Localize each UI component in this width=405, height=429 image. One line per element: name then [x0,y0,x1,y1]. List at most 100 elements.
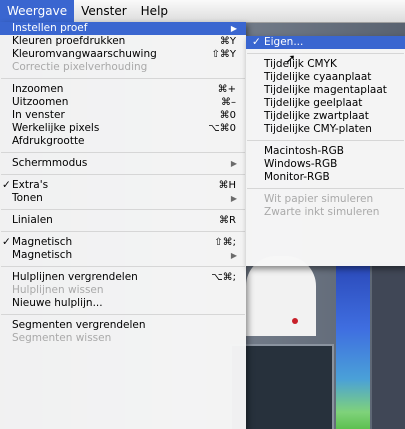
submenu-arrow-icon: ▶ [230,194,237,203]
menu-item-label: Hulplijnen vergrendelen [12,271,138,283]
submenu-item-zwarte-inkt-simuleren: Zwarte inkt simuleren [246,206,405,219]
menu-item-label: Extra's [12,179,49,191]
menu-item-magnetisch[interactable]: Magnetisch ▶ [0,249,246,262]
menu-item-label: Monitor-RGB [264,171,330,183]
submenu-item-tijdelijke-cmy-platen[interactable]: Tijdelijke CMY-platen [246,123,405,136]
submenu-item-tijdelijke-geelplaat[interactable]: Tijdelijke geelplaat [246,97,405,110]
menu-item-tonen[interactable]: Tonen ▶ [0,192,246,205]
menu-separator [246,49,405,58]
keyboard-shortcut: ⇧⌘; [214,237,236,248]
submenu-arrow-icon: ▶ [230,159,237,168]
mouse-pointer-icon: ➚ [285,52,296,67]
menu-help[interactable]: Help [134,0,175,22]
menu-item-instellen-proef[interactable]: Instellen proef ▶ [0,22,246,35]
menu-item-label: Tijdelijke geelplaat [264,97,363,109]
menu-item-magnetisch[interactable]: ✓ Magnetisch ⇧⌘; [0,236,246,249]
menu-item-label: In venster [12,109,65,121]
menu-item-extra-s[interactable]: ✓ Extra's ⌘H [0,179,246,192]
menu-item-label: Werkelijke pixels [12,122,100,134]
submenu-item-tijdelijke-cyaanplaat[interactable]: Tijdelijke cyaanplaat [246,71,405,84]
canvas-shirt-shape [246,256,316,336]
checkmark-icon: ✓ [2,179,11,191]
menu-item-in-venster[interactable]: In venster ⌘0 [0,109,246,122]
menu-separator [0,74,246,83]
menu-weergave[interactable]: Weergave [0,0,75,22]
menu-separator [0,170,246,179]
menu-separator [0,310,246,319]
checkmark-icon: ✓ [252,36,261,48]
menu-item-nieuwe-hulplijn[interactable]: Nieuwe hulplijn... [0,297,246,310]
canvas-red-dot [292,318,298,324]
menu-item-linialen[interactable]: Linialen ⌘R [0,214,246,227]
menu-item-label: Macintosh-RGB [264,145,344,157]
menu-item-label: Wit papier simuleren [264,193,374,205]
submenu-item-windows-rgb[interactable]: Windows-RGB [246,158,405,171]
keyboard-shortcut: ⌘– [221,97,236,108]
menu-item-label: Hulplijnen wissen [12,284,104,296]
menu-item-label: Magnetisch [12,249,73,261]
keyboard-shortcut: ⌘R [219,215,236,226]
menu-item-label: Segmenten vergrendelen [12,319,146,331]
keyboard-shortcut: ⌘0 [219,110,236,121]
menu-item-schermmodus[interactable]: Schermmodus ▶ [0,157,246,170]
menu-venster[interactable]: Venster [74,0,134,22]
menu-item-uitzoomen[interactable]: Uitzoomen ⌘– [0,96,246,109]
menu-item-label: Inzoomen [12,83,64,95]
menu-item-hulplijnen-wissen: Hulplijnen wissen [0,284,246,297]
menu-item-label: Afdrukgrootte [12,135,85,147]
menu-item-label: Windows-RGB [264,158,338,170]
menu-item-label: Tijdelijk CMYK [264,58,337,70]
menu-item-label: Segmenten wissen [12,332,112,344]
menu-item-label: Schermmodus [12,157,88,169]
menu-item-label: Correctie pixelverhouding [12,61,148,73]
menu-item-segmenten-wissen: Segmenten wissen [0,332,246,345]
keyboard-shortcut: ⌘H [218,180,236,191]
menu-separator [0,262,246,271]
menu-item-label: Instellen proef [12,22,88,34]
submenu-item-eigen[interactable]: ✓ Eigen... [246,36,405,49]
menu-item-kleuren-proefdrukken[interactable]: Kleuren proefdrukken ⌘Y [0,35,246,48]
menu-item-label: Linialen [12,214,53,226]
menubar: Weergave Venster Help [0,0,405,23]
submenu-arrow-icon: ▶ [230,24,237,33]
menu-item-label: Zwarte inkt simuleren [264,206,380,218]
keyboard-shortcut: ⌥⌘; [211,272,236,283]
menu-item-label: Uitzoomen [12,96,69,108]
menu-separator [246,136,405,145]
submenu-item-tijdelijke-magentaplaat[interactable]: Tijdelijke magentaplaat [246,84,405,97]
keyboard-shortcut: ⌘+ [217,84,236,95]
menu-separator [0,205,246,214]
menu-separator [246,184,405,193]
menu-separator [0,148,246,157]
submenu-item-macintosh-rgb[interactable]: Macintosh-RGB [246,145,405,158]
canvas-gradient-panel [336,262,370,429]
menu-item-label: Tijdelijke zwartplaat [264,110,369,122]
menu-item-hulplijnen-vergrendelen[interactable]: Hulplijnen vergrendelen ⌥⌘; [0,271,246,284]
submenu-item-tijdelijke-zwartplaat[interactable]: Tijdelijke zwartplaat [246,110,405,123]
menu-item-label: Tijdelijke cyaanplaat [264,71,372,83]
menu-item-kleuromvangwaarschuwing[interactable]: Kleuromvangwaarschuwing ⇧⌘Y [0,48,246,61]
submenu-item-tijdelijk-cmyk[interactable]: Tijdelijk CMYK [246,58,405,71]
menu-item-inzoomen[interactable]: Inzoomen ⌘+ [0,83,246,96]
menu-item-label: Nieuwe hulplijn... [12,297,103,309]
submenu-arrow-icon: ▶ [230,251,237,260]
menu-item-label: Tijdelijke magentaplaat [264,84,387,96]
menu-separator [0,227,246,236]
keyboard-shortcut: ⌘Y [219,36,236,47]
menu-item-afdrukgrootte[interactable]: Afdrukgrootte [0,135,246,148]
weergave-dropdown-menu: Instellen proef ▶ Kleuren proefdrukken ⌘Y Kl… [0,22,246,429]
menu-item-werkelijke-pixels[interactable]: Werkelijke pixels ⌥⌘0 [0,122,246,135]
menu-item-label: Tijdelijke CMY-platen [264,123,372,135]
menu-item-label: Kleuromvangwaarschuwing [12,48,157,60]
menu-item-segmenten-vergrendelen[interactable]: Segmenten vergrendelen [0,319,246,332]
instellen-proef-submenu: ✓ Eigen... Tijdelijk CMYK Tijdelijke cyaanp… [246,36,405,266]
menu-item-label: Kleuren proefdrukken [12,35,126,47]
menu-item-label: Magnetisch [12,236,73,248]
menu-item-label: Eigen... [264,36,304,48]
submenu-item-monitor-rgb[interactable]: Monitor-RGB [246,171,405,184]
submenu-item-wit-papier-simuleren: Wit papier simuleren [246,193,405,206]
canvas-dark-strip [372,262,405,429]
checkmark-icon: ✓ [2,236,11,248]
keyboard-shortcut: ⌥⌘0 [208,123,236,134]
menu-item-label: Tonen [12,192,43,204]
